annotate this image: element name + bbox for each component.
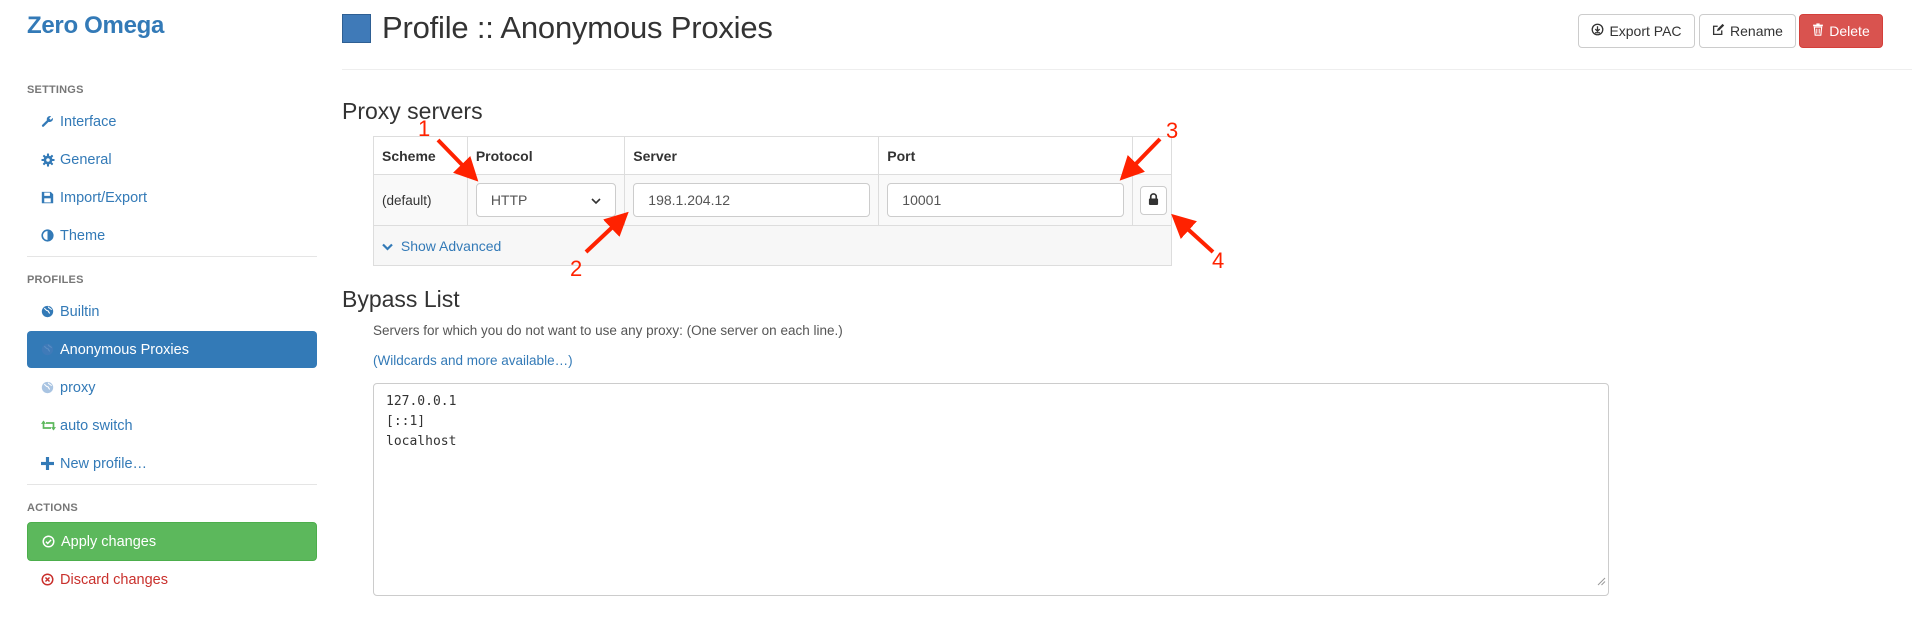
annotation-label-4: 4 bbox=[1212, 248, 1225, 273]
annotation-arrow-4 bbox=[1171, 213, 1215, 254]
annotation-arrow-3 bbox=[1119, 137, 1162, 181]
annotation-arrow-2 bbox=[584, 211, 629, 254]
annotation-arrow-1 bbox=[436, 138, 479, 182]
annotation-label-3: 3 bbox=[1166, 118, 1179, 143]
annotation-label-2: 2 bbox=[570, 256, 583, 281]
annotation-arrows bbox=[436, 137, 1215, 254]
annotation-label-1: 1 bbox=[418, 116, 431, 141]
